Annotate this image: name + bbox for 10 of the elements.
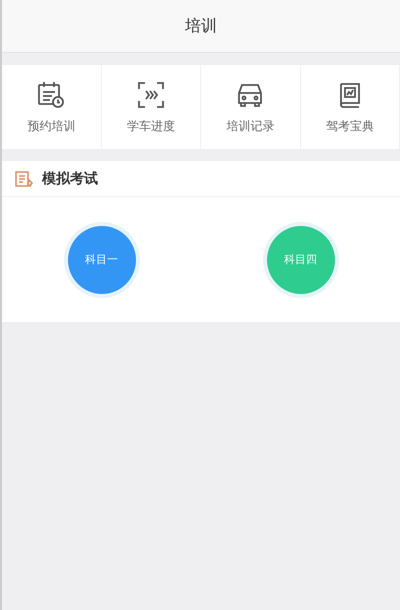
scan-icon: [136, 80, 166, 110]
shortcut-item[interactable]: 预约培训: [2, 65, 102, 149]
page-title: 培训: [185, 16, 217, 36]
document-icon: [14, 168, 34, 188]
shortcut-item[interactable]: 驾考宝典: [300, 65, 400, 149]
calendar-icon: [36, 80, 66, 110]
shortcut-item[interactable]: 学车进度: [102, 65, 201, 149]
subject-button[interactable]: 科目一: [68, 226, 136, 294]
shortcut-item[interactable]: 培训记录: [201, 65, 300, 149]
section-title: 模拟考试: [42, 170, 98, 188]
